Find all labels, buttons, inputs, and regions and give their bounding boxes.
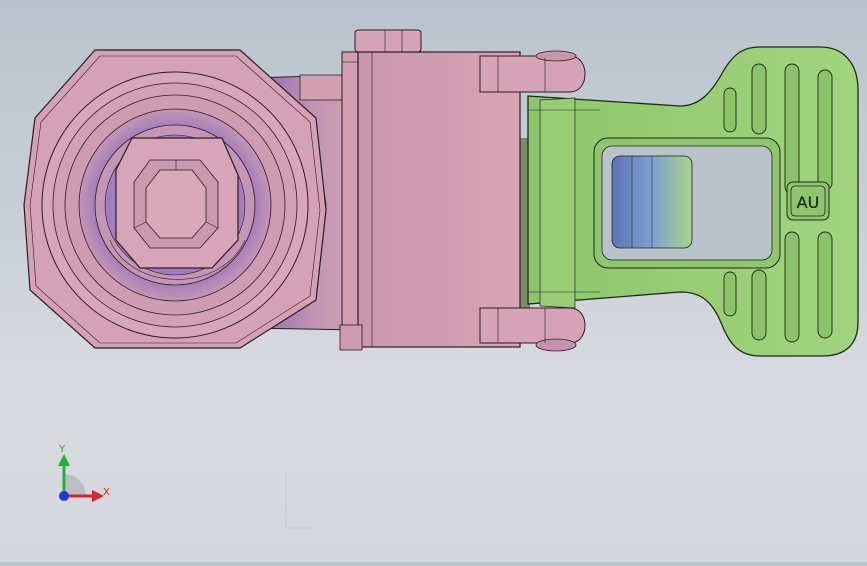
y-axis-label: Y bbox=[59, 444, 66, 455]
orientation-triad[interactable]: Y X bbox=[52, 444, 116, 514]
lever-logo-badge: AU bbox=[786, 181, 830, 221]
valve-body[interactable] bbox=[339, 51, 521, 351]
z-axis-origin bbox=[59, 491, 69, 501]
lever-logo-text: AU bbox=[797, 193, 820, 212]
cad-viewport[interactable]: AU Y X bbox=[0, 0, 867, 562]
top-bolt[interactable] bbox=[354, 29, 422, 53]
x-axis-label: X bbox=[103, 487, 110, 498]
lever-window[interactable] bbox=[593, 137, 781, 269]
model-render[interactable]: AU bbox=[0, 0, 867, 562]
y-axis-arrowhead bbox=[58, 454, 70, 466]
hex-nut[interactable] bbox=[115, 137, 239, 269]
ghost-axis-marker bbox=[285, 472, 316, 529]
upper-hinge-knuckle[interactable] bbox=[479, 50, 586, 93]
